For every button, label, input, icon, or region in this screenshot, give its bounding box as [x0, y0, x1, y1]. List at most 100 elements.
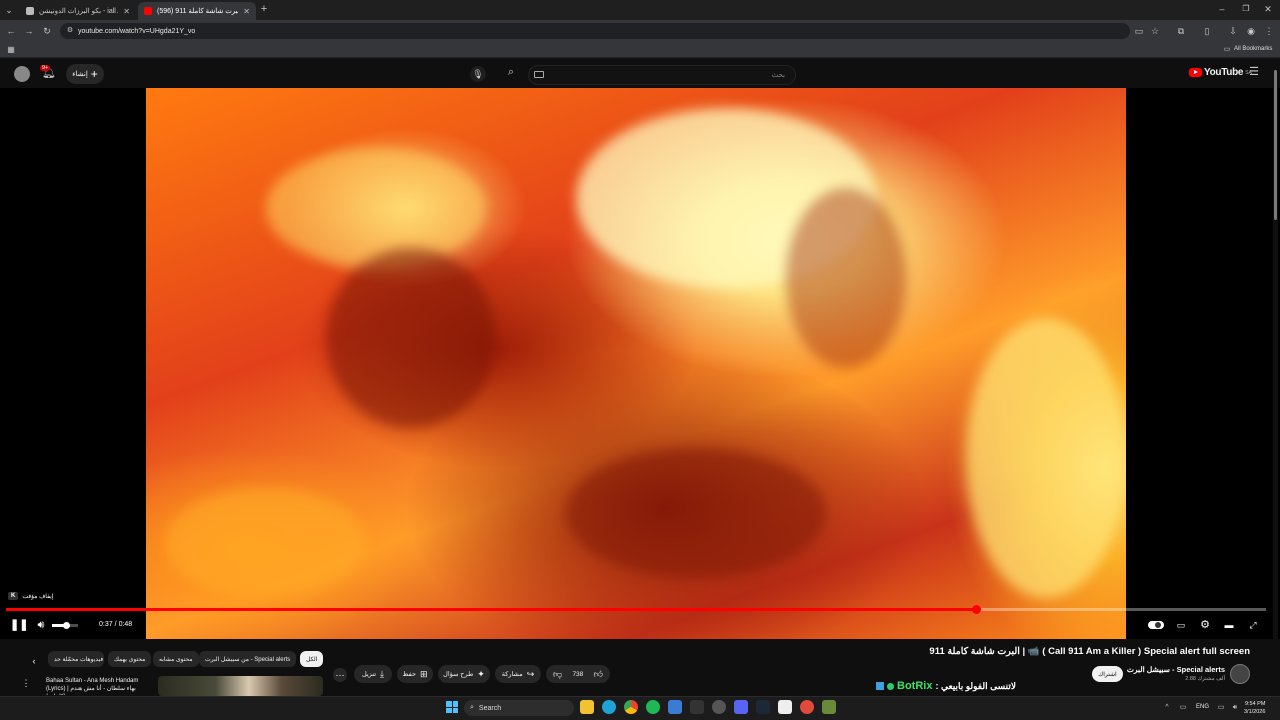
download-button[interactable]: تنزيل ⤓	[354, 665, 392, 683]
volume-tray-icon[interactable]: 🔊︎	[1230, 703, 1240, 713]
extensions-icon[interactable]: ⧉	[1176, 26, 1186, 36]
chip-downloaded[interactable]: فيديوهات محمّلة حد	[48, 651, 104, 667]
bookmark-star-icon[interactable]: ☆	[1150, 26, 1160, 36]
more-actions-icon[interactable]: ⋯	[333, 668, 347, 682]
discord-icon[interactable]	[734, 700, 748, 714]
settings-gear-icon[interactable]: ⚙	[1198, 619, 1212, 631]
chip-for-you[interactable]: محتوى يهمك	[108, 651, 152, 667]
app-icon[interactable]	[690, 700, 704, 714]
back-icon[interactable]: ←	[6, 26, 16, 36]
tab-close-icon[interactable]: ✕	[243, 7, 250, 16]
tab-close-icon[interactable]: ✕	[123, 7, 130, 16]
youtube-favicon	[144, 7, 152, 15]
flame-highlight	[266, 148, 486, 268]
channel-name[interactable]: سبيشل البرت - Special alerts	[1127, 665, 1225, 674]
sidebar-icon[interactable]: ▯	[1202, 26, 1212, 36]
flame-highlight	[166, 488, 366, 598]
all-bookmarks-label[interactable]: All Bookmarks	[1234, 46, 1272, 52]
apps-grid-icon[interactable]: ▦	[6, 45, 16, 55]
chip-label: الكل	[306, 656, 318, 663]
chip-from-channel[interactable]: من سبيشل البرت - Special alerts	[199, 651, 297, 667]
cast-icon[interactable]: ▭	[1134, 26, 1144, 36]
browser-tab-1[interactable]: بكو البرزات الدونيشن - iall Alert ✕	[20, 2, 136, 20]
forward-icon[interactable]: →	[24, 26, 34, 36]
chat-message: : لاتنسى الفولو بابيعي	[935, 680, 1016, 691]
youtube-play-icon	[1189, 68, 1202, 77]
avatar[interactable]	[14, 66, 30, 82]
tray-chevron-icon[interactable]: ^	[1163, 703, 1171, 713]
app-icon[interactable]	[778, 700, 792, 714]
start-icon[interactable]	[446, 701, 458, 713]
like-dislike-group: 👎︎ 738 👍︎	[546, 665, 610, 683]
chrome-icon[interactable]	[624, 700, 638, 714]
fullscreen-icon[interactable]: ⤢	[1246, 619, 1260, 631]
taskbar-search[interactable]: ⌕ Search	[464, 700, 574, 716]
steam-icon[interactable]	[756, 700, 770, 714]
ask-label: طرح سؤال	[443, 671, 474, 678]
chip-related[interactable]: محتوى مشابه	[153, 651, 199, 667]
clock[interactable]: 9:54 PM 3/1/2026	[1244, 700, 1265, 716]
keyboard-icon[interactable]	[534, 71, 544, 78]
save-button[interactable]: حفظ ⊞	[397, 665, 433, 683]
minimize-icon[interactable]: –	[1216, 4, 1228, 14]
app-icon[interactable]	[822, 700, 836, 714]
app-icon[interactable]	[668, 700, 682, 714]
pause-icon[interactable]: ❚❚	[10, 619, 28, 631]
progress-bar[interactable]	[6, 605, 1266, 614]
up-next-thumbnail[interactable]	[158, 676, 323, 696]
microphone-icon[interactable]: 🎙︎	[470, 66, 486, 82]
network-icon[interactable]: ▭	[1216, 703, 1226, 713]
share-button[interactable]: مشاركة ↪	[495, 665, 541, 683]
edge-icon[interactable]	[602, 700, 616, 714]
downloads-icon[interactable]: ⇩	[1228, 26, 1238, 36]
logo-text: YouTube	[1204, 67, 1244, 78]
more-vert-icon[interactable]: ⋮	[21, 678, 31, 688]
site-info-icon[interactable]: ⚙	[65, 26, 75, 36]
maximize-icon[interactable]: ❐	[1240, 4, 1252, 14]
volume-slider[interactable]	[52, 622, 78, 629]
youtube-logo[interactable]: YouTube SA	[1189, 67, 1252, 78]
file-explorer-icon[interactable]	[580, 700, 594, 714]
new-tab-icon[interactable]: +	[258, 4, 270, 15]
tab-search-icon[interactable]: ⌄	[4, 5, 14, 15]
windows-taskbar	[0, 696, 1280, 720]
folder-icon[interactable]: ▭	[1222, 45, 1232, 55]
page-scrollbar[interactable]	[1273, 60, 1278, 696]
create-button[interactable]: إنشاء +	[66, 64, 104, 84]
address-input[interactable]: ⚙ youtube.com/watch?v=UHgda21Y_vo	[60, 23, 1130, 39]
theater-mode-icon[interactable]: ▬	[1222, 619, 1236, 631]
volume-icon[interactable]: 🔊︎	[34, 619, 48, 631]
like-count: 738	[572, 670, 584, 678]
scrollbar-thumb[interactable]	[1274, 70, 1277, 220]
subtitles-icon[interactable]: ▭	[1174, 619, 1188, 631]
chip-all[interactable]: الكل	[300, 651, 324, 667]
notifications-badge: 9+	[40, 65, 51, 71]
autoplay-toggle[interactable]	[1148, 621, 1164, 629]
up-next-title[interactable]: Bahaa Sultan - Ana Mesh Handam (Lyrics) …	[46, 677, 154, 695]
dislike-icon[interactable]: 👎︎	[553, 669, 562, 680]
chips-prev-chevron-icon[interactable]: ‹	[29, 656, 39, 666]
tray-icon[interactable]: ▭	[1178, 703, 1188, 713]
channel-avatar[interactable]	[1230, 664, 1250, 684]
language-indicator[interactable]: ENG	[1196, 704, 1209, 710]
spotify-icon[interactable]	[646, 700, 660, 714]
app-icon[interactable]	[800, 700, 814, 714]
search-button-icon[interactable]: ⌕	[504, 67, 518, 78]
browser-tab-bar: ⌄ بكو البرزات الدونيشن - iall Alert ✕ (5…	[0, 0, 1280, 20]
menu-dots-icon[interactable]: ⋮	[1264, 26, 1274, 36]
video-frame[interactable]	[146, 88, 1126, 639]
subscribe-label: اشتراك	[1098, 671, 1117, 678]
close-window-icon[interactable]: ✕	[1262, 4, 1274, 14]
subscriber-count: 2.88 ألف مشترك	[1185, 676, 1225, 682]
settings-icon[interactable]	[712, 700, 726, 714]
reload-icon[interactable]: ↻	[42, 26, 52, 36]
search-input[interactable]: بحث	[528, 65, 796, 85]
ask-button[interactable]: طرح سؤال ✦	[438, 665, 490, 683]
chip-label: محتوى يهمك	[114, 656, 146, 663]
subscribe-button[interactable]: اشتراك	[1092, 666, 1123, 682]
guide-menu-icon[interactable]: ☰	[1248, 67, 1260, 78]
flame-shadow	[566, 448, 826, 578]
profile-icon[interactable]: ◉	[1246, 26, 1256, 36]
like-icon[interactable]: 👍︎	[594, 669, 603, 680]
browser-tab-2[interactable]: (596) البرت شاشة كاملة 911 ✕	[138, 2, 256, 20]
